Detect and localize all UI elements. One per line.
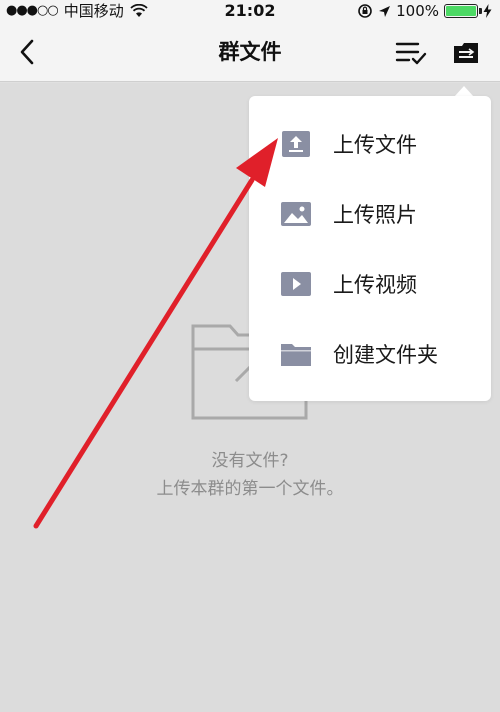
- status-right: 100%: [357, 0, 492, 22]
- menu-item-label: 上传视频: [333, 273, 417, 297]
- menu-item-upload-photo[interactable]: 上传照片: [249, 179, 491, 249]
- charging-icon: [483, 4, 492, 18]
- image-icon: [281, 201, 311, 227]
- menu-item-upload-video[interactable]: 上传视频: [249, 249, 491, 319]
- menu-item-label: 上传照片: [333, 203, 417, 227]
- new-file-icon[interactable]: [451, 38, 481, 68]
- video-icon: [281, 271, 311, 297]
- orientation-lock-icon: [358, 4, 372, 18]
- nav-bar: 群文件: [0, 22, 500, 82]
- menu-item-label: 创建文件夹: [333, 343, 438, 367]
- menu-item-create-folder[interactable]: 创建文件夹: [249, 319, 491, 389]
- folder-icon: [281, 341, 311, 367]
- menu-item-upload-file[interactable]: 上传文件: [249, 109, 491, 179]
- multi-select-icon[interactable]: [394, 38, 428, 68]
- back-button[interactable]: [14, 36, 42, 68]
- location-icon: [379, 5, 391, 17]
- empty-state-subtitle: 上传本群的第一个文件。: [156, 479, 344, 499]
- status-bar: ●●●○○ 中国移动 21:02 100%: [0, 0, 500, 22]
- battery-percent: 100%: [396, 2, 439, 20]
- upload-icon: [281, 131, 311, 157]
- upload-menu: 上传文件 上传照片 上传视频 创建文件夹: [249, 96, 491, 401]
- empty-state-title: 没有文件?: [211, 451, 289, 471]
- battery-icon: [444, 4, 482, 18]
- menu-item-label: 上传文件: [333, 133, 417, 157]
